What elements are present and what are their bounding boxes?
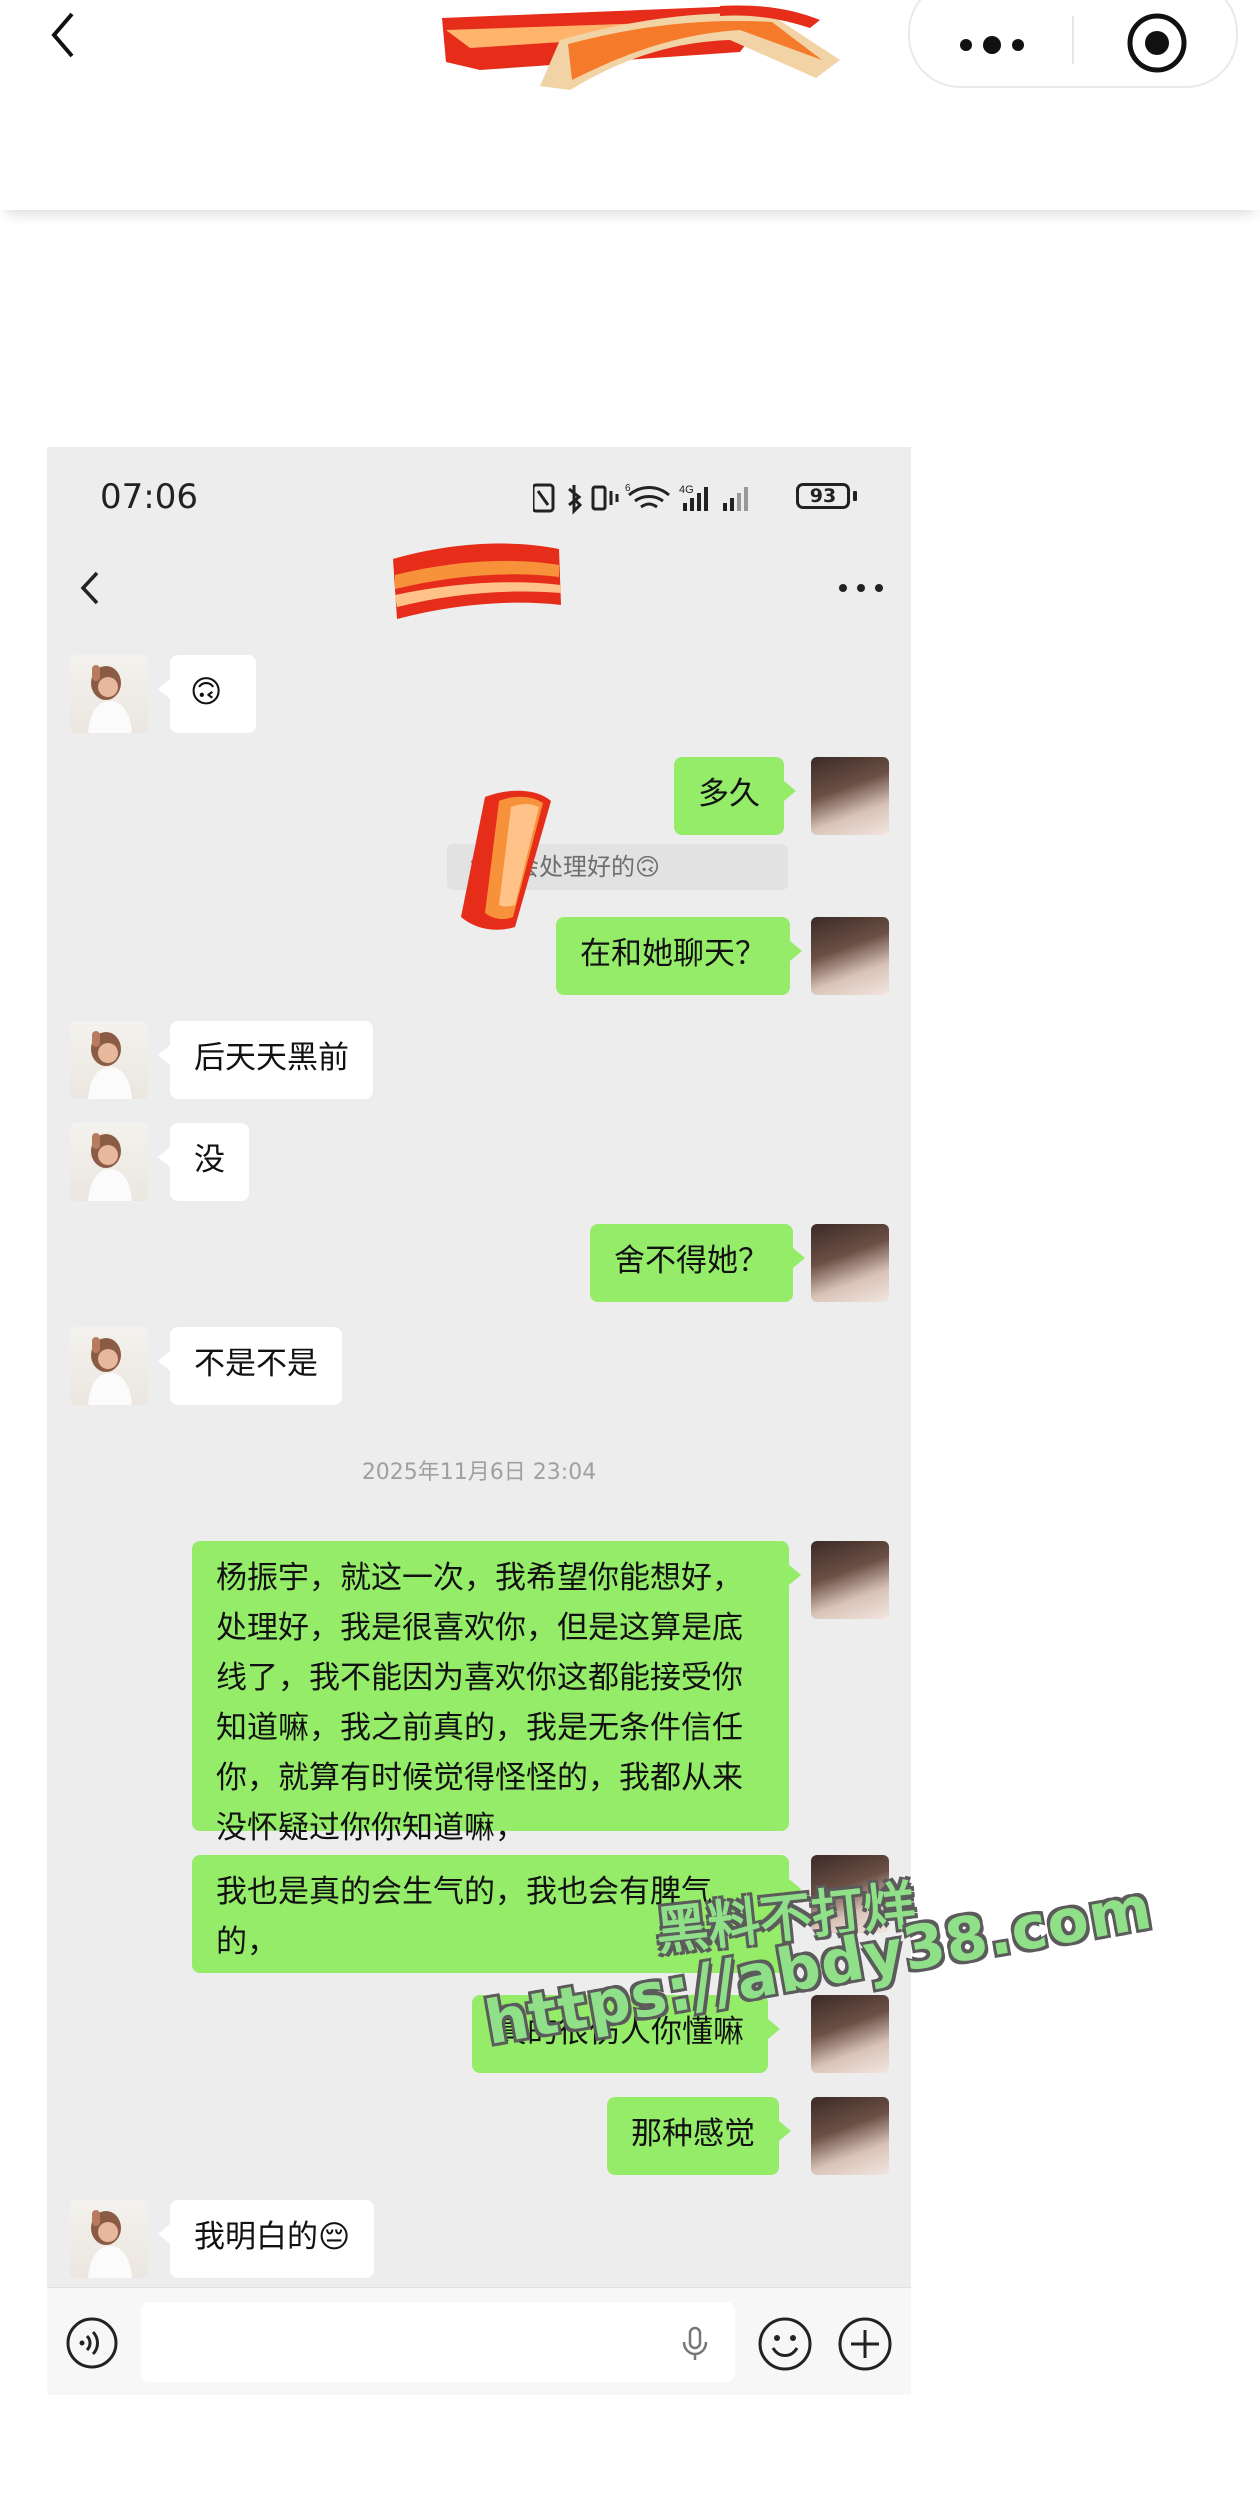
message-bubble-sent: 杨振宇，就这一次，我希望你能想好，处理好，我是很喜欢你，但是这算是底线了，我不能…	[192, 1541, 801, 1846]
message-bubble-received: 不是不是	[158, 1327, 342, 1405]
avatar[interactable]	[70, 1123, 148, 1201]
chat-screenshot: 07:06 6 4G 93 ：我会处理好的🙃 🙃 多久 在和她聊天？ 后天天黑前…	[47, 447, 911, 2395]
avatar[interactable]	[70, 1327, 148, 1405]
message-text: 我明白的😔	[194, 2219, 351, 2255]
baby-avatar-icon	[88, 2210, 132, 2278]
message-text: 我也是真的会生气的，我也会有脾气的，	[216, 1874, 712, 1960]
svg-text:4G: 4G	[679, 484, 694, 496]
microphone-icon[interactable]	[679, 2326, 711, 2362]
baby-avatar-icon	[88, 1337, 132, 1405]
message-bubble-received: 🙃	[158, 655, 256, 733]
message-text: 舍不得她？	[614, 1243, 769, 1279]
chat-more-icon[interactable]	[837, 581, 885, 595]
more-dots-icon[interactable]	[952, 20, 1032, 70]
message-bubble-sent: 舍不得她？	[590, 1224, 805, 1302]
message-bubble-received: 没	[158, 1123, 249, 1201]
outer-band	[0, 104, 1260, 210]
outer-navigation-bar	[0, 0, 1260, 105]
message-text: 杨振宇，就这一次，我希望你能想好，处理好，我是很喜欢你，但是这算是底线了，我不能…	[216, 1560, 743, 1846]
baby-avatar-icon	[88, 665, 132, 733]
avatar[interactable]	[70, 2200, 148, 2278]
quoted-message: ：我会处理好的🙃	[447, 844, 788, 890]
message-text: 不是不是	[194, 1346, 318, 1382]
message-bubble-sent: 在和她聊天？	[556, 917, 802, 995]
avatar[interactable]	[811, 1224, 889, 1302]
message-bubble-sent: 多久	[674, 757, 796, 835]
svg-text:6: 6	[625, 483, 631, 494]
message-input[interactable]	[141, 2302, 735, 2382]
baby-avatar-icon	[88, 1133, 132, 1201]
chat-back-icon[interactable]	[71, 567, 111, 609]
avatar[interactable]	[811, 2097, 889, 2175]
chat-input-bar	[47, 2287, 911, 2395]
message-text: 那种感觉	[631, 2116, 755, 2152]
avatar[interactable]	[70, 655, 148, 733]
battery-tip	[853, 491, 857, 501]
message-text: 没	[194, 1142, 225, 1178]
message-bubble-received: 我明白的😔	[157, 2200, 375, 2278]
message-bubble-sent: 那种感觉	[607, 2097, 791, 2175]
capsule-menu	[908, 0, 1238, 88]
battery-indicator: 93	[796, 483, 850, 509]
back-arrow-icon[interactable]	[40, 4, 100, 64]
message-text: 后天天黑前	[194, 1040, 349, 1076]
message-text: 在和她聊天？	[580, 936, 766, 972]
message-timestamp: 2025年11月6日 23:04	[361, 1460, 597, 1485]
capsule-divider	[1072, 16, 1074, 64]
avatar[interactable]	[811, 1995, 889, 2073]
emoji-icon[interactable]	[757, 2316, 813, 2372]
status-bar: 07:06 6 4G 93	[47, 447, 911, 537]
message-text: 多久	[698, 776, 760, 812]
avatar[interactable]	[811, 917, 889, 995]
status-time: 07:06	[100, 477, 198, 517]
chat-header	[47, 537, 911, 637]
voice-icon[interactable]	[65, 2316, 119, 2370]
baby-avatar-icon	[88, 1031, 132, 1099]
message-bubble-received: 后天天黑前	[158, 1021, 373, 1099]
status-icons: 6 4G	[533, 483, 748, 515]
plus-icon[interactable]	[837, 2316, 893, 2372]
message-text: 🙃	[190, 674, 223, 710]
avatar[interactable]	[811, 757, 889, 835]
avatar[interactable]	[70, 1021, 148, 1099]
close-target-icon[interactable]	[1124, 10, 1190, 76]
avatar[interactable]	[811, 1541, 889, 1619]
